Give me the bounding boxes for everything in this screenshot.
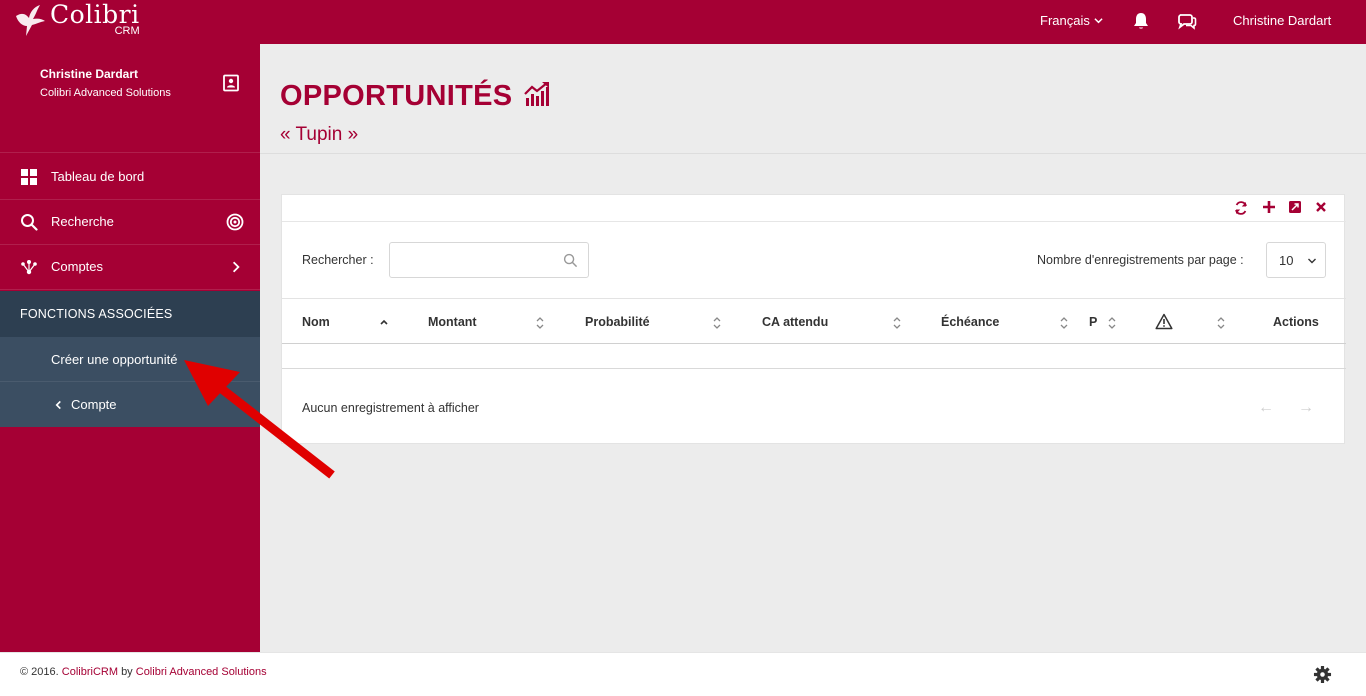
brand-name: Colibri (50, 0, 140, 29)
column-header-probabilite[interactable]: Probabilité (585, 315, 650, 329)
sort-icon[interactable] (712, 316, 722, 330)
create-opportunity-link[interactable]: Créer une opportunité (0, 337, 260, 382)
column-header-p[interactable]: P (1089, 315, 1097, 329)
warning-icon[interactable] (1155, 313, 1173, 330)
top-user-menu[interactable]: Christine Dardart (1233, 13, 1331, 28)
language-label: Français (1040, 13, 1090, 28)
sidebar-item-label: Comptes (51, 259, 104, 274)
chevron-left-icon (55, 400, 61, 409)
next-page-button[interactable]: → (1298, 399, 1314, 417)
opportunities-panel: Rechercher : Nombre d'enregistrements pa… (281, 194, 1346, 444)
chevron-down-icon (1308, 258, 1316, 264)
sidebar-user-company: Colibri Advanced Solutions (40, 87, 171, 99)
search-icon (21, 213, 38, 231)
chevron-down-icon (1094, 18, 1103, 24)
per-page-value: 10 (1279, 253, 1294, 268)
add-icon[interactable] (1262, 200, 1276, 214)
bell-icon[interactable] (1131, 11, 1151, 31)
sidebar-item-accounts[interactable]: Comptes (0, 244, 260, 290)
top-bar: Colibri CRM Français Christine Dardart (0, 0, 1366, 44)
page-heading: OPPORTUNITÉS « Tupin » (260, 44, 1366, 154)
company-link[interactable]: Colibri Advanced Solutions (136, 666, 267, 678)
chart-trend-icon (524, 82, 549, 106)
product-link[interactable]: ColibriCRM (62, 666, 118, 678)
footer: © 2016. ColibriCRM by Colibri Advanced S… (0, 652, 1366, 696)
per-page-label: Nombre d'enregistrements par page : (1037, 253, 1244, 267)
associated-functions-header: FONCTIONS ASSOCIÉES (0, 291, 260, 337)
search-label: Rechercher : (302, 253, 374, 267)
sidebar-item-label: Tableau de bord (51, 169, 145, 184)
sidebar: Christine Dardart Colibri Advanced Solut… (0, 44, 260, 652)
sort-icon[interactable] (1216, 316, 1226, 330)
search-input[interactable] (398, 251, 558, 269)
back-to-account-link[interactable]: Compte (0, 382, 260, 427)
page-title: OPPORTUNITÉS (280, 80, 513, 112)
footer-copyright: © 2016. ColibriCRM by Colibri Advanced S… (20, 666, 267, 678)
search-icon (563, 253, 578, 268)
language-selector[interactable]: Français (1040, 13, 1103, 28)
per-page-select[interactable]: 10 (1266, 242, 1326, 278)
sort-icon[interactable] (535, 316, 545, 330)
sort-icon[interactable] (1107, 316, 1117, 330)
column-header-echeance[interactable]: Échéance (941, 315, 999, 329)
sort-icon[interactable] (1059, 316, 1069, 330)
close-icon[interactable] (1314, 200, 1328, 214)
table-header: Nom Montant Probabilité CA attendu Échéa… (282, 298, 1346, 344)
sidebar-user-name: Christine Dardart (40, 67, 139, 81)
refresh-icon[interactable] (1234, 201, 1248, 215)
sidebar-item-dashboard[interactable]: Tableau de bord (0, 154, 260, 200)
target-icon[interactable] (226, 213, 244, 231)
expand-icon[interactable] (1288, 200, 1302, 214)
sort-icon[interactable] (892, 316, 902, 330)
column-header-nom[interactable]: Nom (302, 315, 330, 329)
panel-toolbar (282, 195, 1346, 222)
sidebar-item-search[interactable]: Recherche (0, 199, 260, 245)
profile-card-icon[interactable] (222, 74, 240, 92)
gear-icon[interactable] (1313, 665, 1332, 684)
table-body (282, 344, 1346, 369)
previous-page-button[interactable]: ← (1258, 399, 1274, 417)
chevron-right-icon (232, 261, 240, 272)
dashboard-icon (21, 168, 37, 185)
sort-asc-icon[interactable] (379, 316, 389, 330)
column-header-montant[interactable]: Montant (428, 315, 477, 329)
column-header-ca-attendu[interactable]: CA attendu (762, 315, 828, 329)
empty-message: Aucun enregistrement à afficher (302, 401, 479, 415)
page-subtitle: « Tupin » (280, 124, 359, 145)
sidebar-user-block: Christine Dardart Colibri Advanced Solut… (0, 44, 260, 153)
hummingbird-logo-icon (16, 5, 45, 36)
brand-logo[interactable]: Colibri CRM (12, 2, 140, 42)
search-field[interactable] (389, 242, 589, 278)
column-header-actions: Actions (1273, 315, 1319, 329)
accounts-icon (21, 259, 37, 274)
chat-icon[interactable] (1177, 11, 1197, 31)
sidebar-item-label: Recherche (51, 214, 114, 229)
